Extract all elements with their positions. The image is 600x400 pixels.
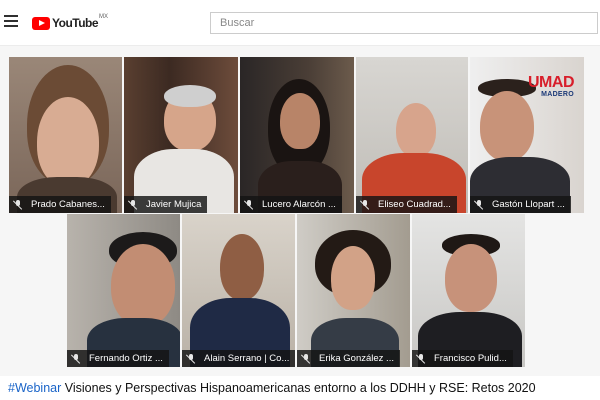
participant-name: Gastón Llopart ... xyxy=(492,199,565,210)
hamburger-icon[interactable] xyxy=(4,15,18,29)
hashtag-link[interactable]: #Webinar xyxy=(8,381,61,395)
logo-sub-text: MADERO xyxy=(541,91,574,98)
mic-off-icon xyxy=(474,199,484,210)
mic-off-icon xyxy=(13,199,23,210)
region-code: MX xyxy=(99,14,109,20)
participant-name-tag: Eliseo Cuadrad... xyxy=(356,196,457,213)
logo-text: YouTube xyxy=(52,16,99,30)
participant-name-tag: Prado Cabanes... xyxy=(9,196,111,213)
participant-tile: Fernando Ortiz ... xyxy=(67,214,180,367)
mic-off-icon xyxy=(301,353,311,364)
participant-name-tag: Gastón Llopart ... xyxy=(470,196,571,213)
youtube-logo[interactable]: YouTube MX xyxy=(32,13,108,33)
mic-off-icon xyxy=(186,353,196,364)
participant-name-tag: Alain Serrano | Co... xyxy=(182,350,295,367)
participant-name: Eliseo Cuadrad... xyxy=(378,199,451,210)
participant-name: Alain Serrano | Co... xyxy=(204,353,290,364)
participant-name-tag: Javier Mujica xyxy=(124,196,208,213)
participant-name-tag: Fernando Ortiz ... xyxy=(67,350,169,367)
mic-off-icon xyxy=(128,199,138,210)
participant-name: Prado Cabanes... xyxy=(31,199,105,210)
participant-tile: UMAD MADERO Gastón Llopart ... xyxy=(470,57,584,213)
video-player[interactable]: Prado Cabanes... Javier Mujica Lucero Al… xyxy=(0,46,600,376)
video-title: #Webinar Visiones y Perspectivas Hispano… xyxy=(8,381,536,395)
participant-tile: Prado Cabanes... xyxy=(9,57,122,213)
participant-tile: Erika González ... xyxy=(297,214,410,367)
participant-name: Javier Mujica xyxy=(146,199,202,210)
participant-name: Erika González ... xyxy=(319,353,394,364)
mic-off-icon xyxy=(416,353,426,364)
top-bar: YouTube MX xyxy=(0,0,600,46)
participant-tile: Lucero Alarcón ... xyxy=(240,57,354,213)
participant-tile: Eliseo Cuadrad... xyxy=(356,57,468,213)
participant-name: Lucero Alarcón ... xyxy=(262,199,336,210)
participant-tile: Francisco Pulid... xyxy=(412,214,525,367)
search-box[interactable] xyxy=(210,12,598,34)
participant-name-tag: Erika González ... xyxy=(297,350,400,367)
participant-name-tag: Lucero Alarcón ... xyxy=(240,196,342,213)
participant-name-tag: Francisco Pulid... xyxy=(412,350,513,367)
video-title-text: Visiones y Perspectivas Hispanoamericana… xyxy=(61,381,536,395)
participant-tile: Alain Serrano | Co... xyxy=(182,214,295,367)
mic-off-icon xyxy=(360,199,370,210)
umad-logo: UMAD MADERO xyxy=(528,74,575,99)
mic-off-icon xyxy=(71,353,81,364)
search-input[interactable] xyxy=(211,13,597,33)
participant-tile: Javier Mujica xyxy=(124,57,238,213)
participant-name: Francisco Pulid... xyxy=(434,353,507,364)
logo-main-text: UMAD xyxy=(528,74,575,91)
youtube-play-icon xyxy=(32,16,50,30)
participant-name: Fernando Ortiz ... xyxy=(89,353,163,364)
mic-off-icon xyxy=(244,199,254,210)
